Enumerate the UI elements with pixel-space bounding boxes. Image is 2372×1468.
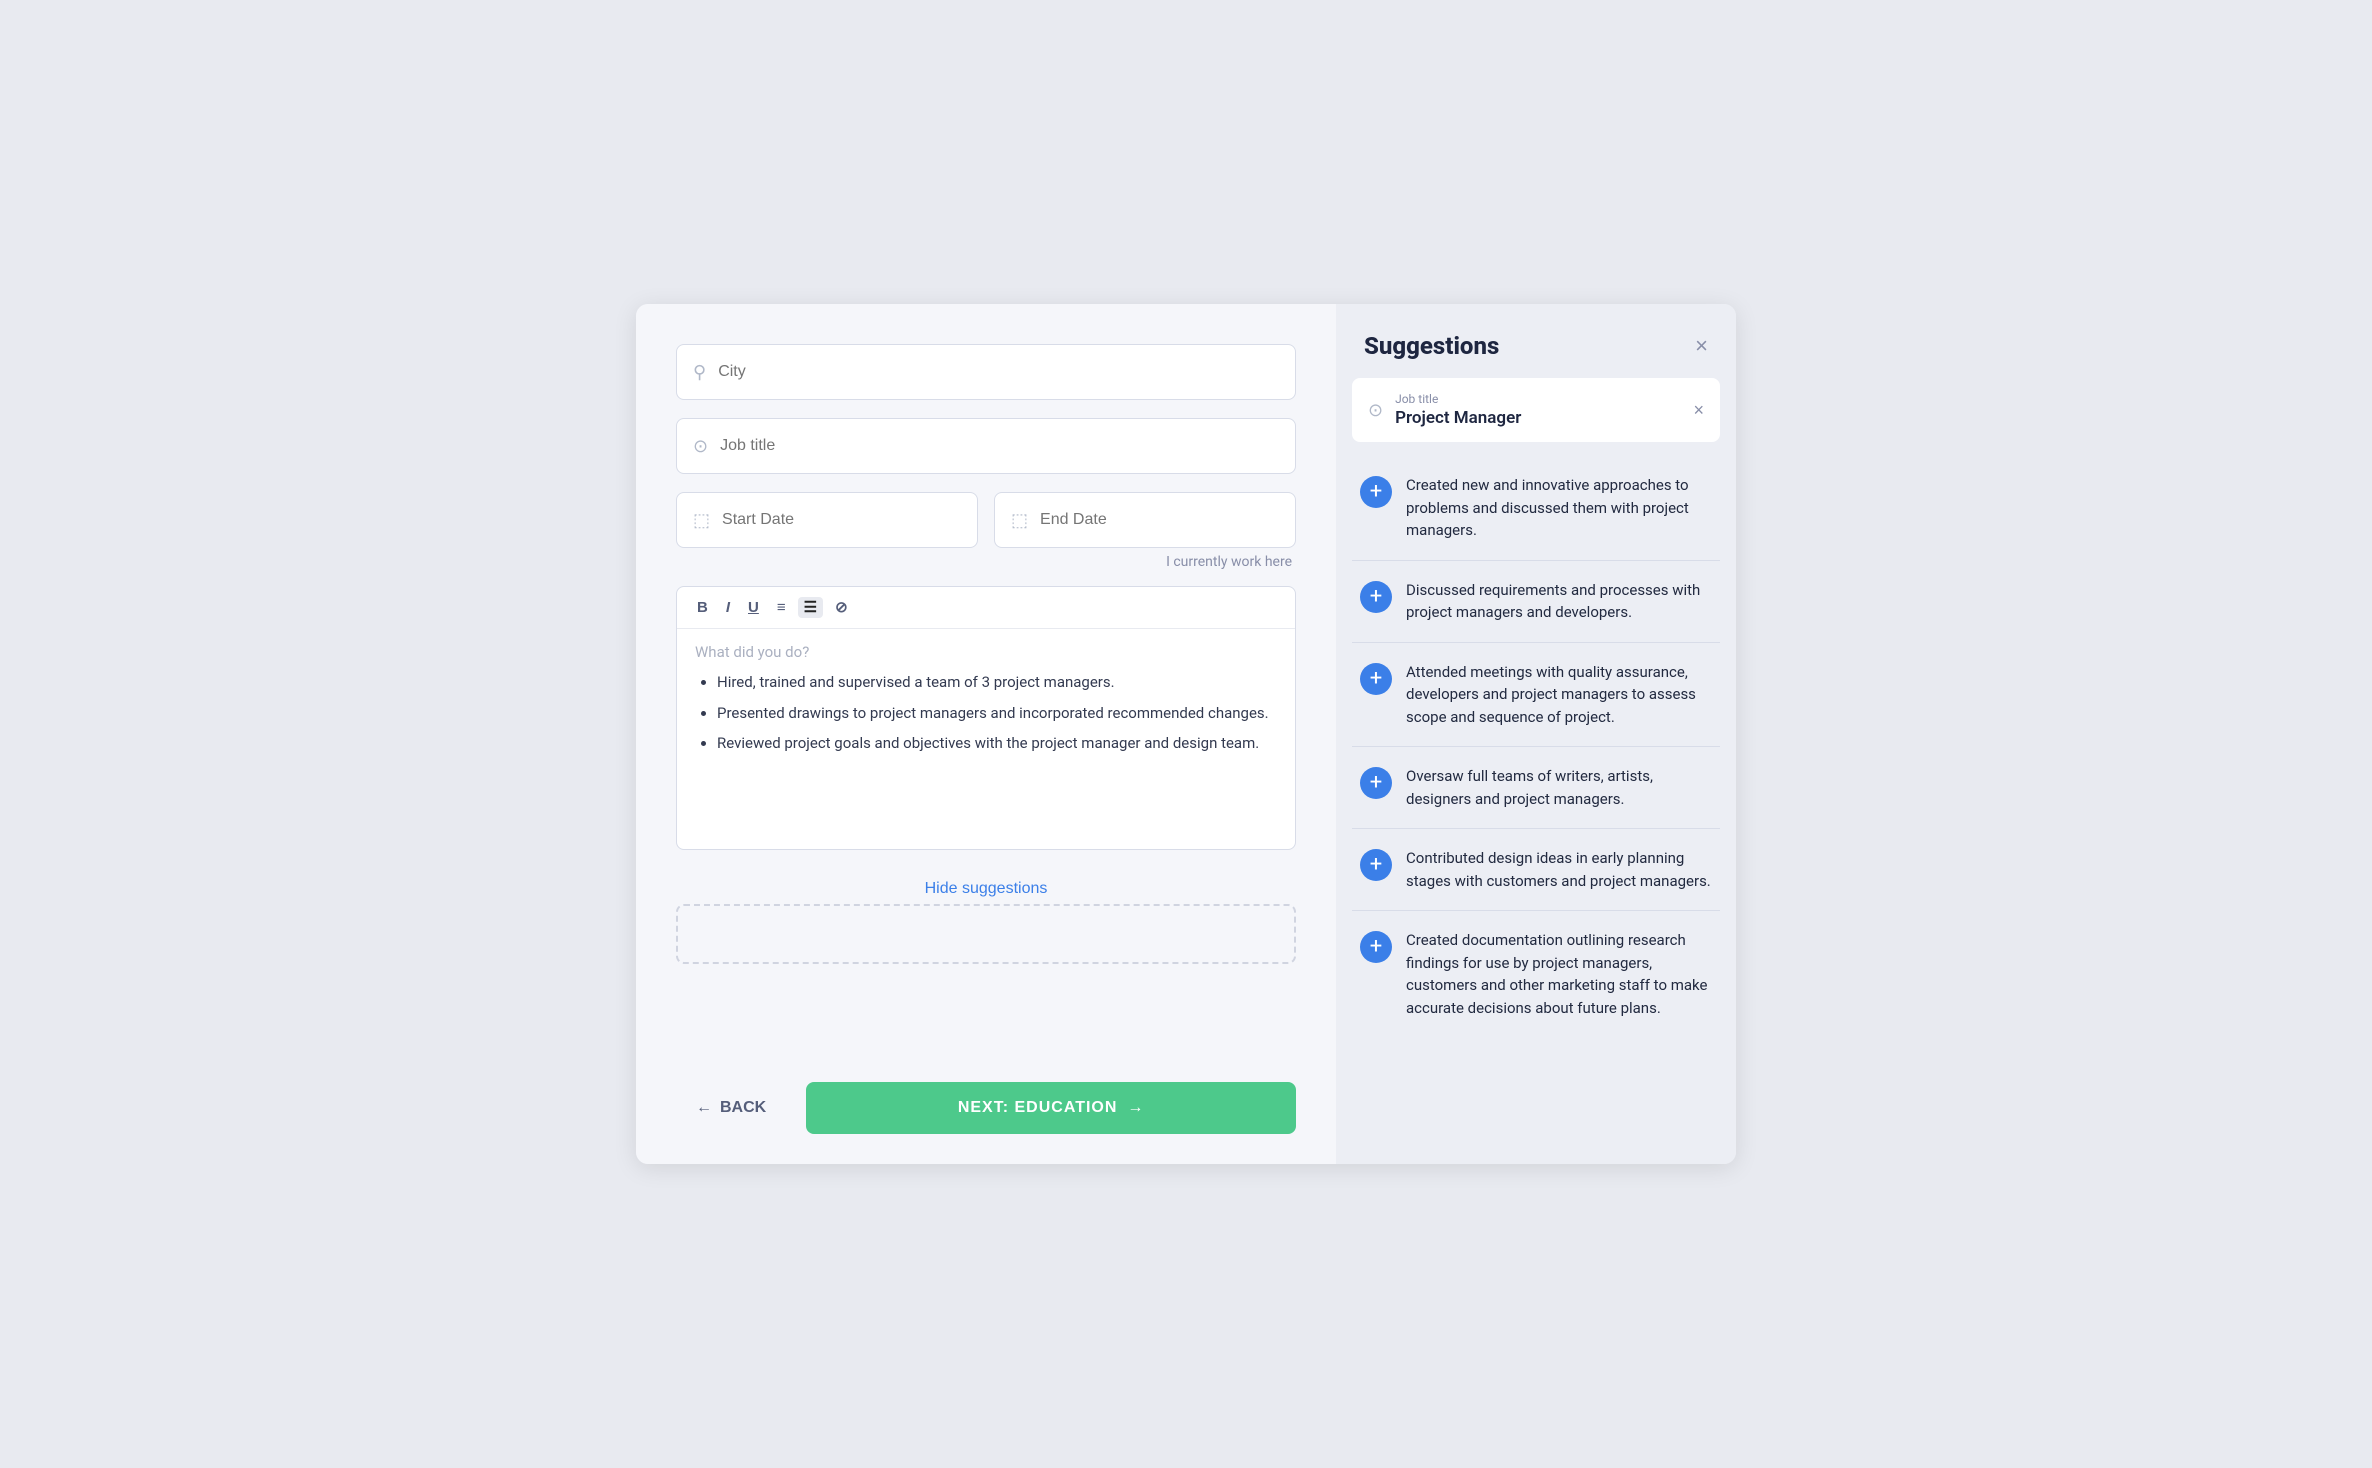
back-button[interactable]: ← BACK bbox=[676, 1082, 786, 1134]
back-arrow-icon: ← bbox=[696, 1099, 712, 1117]
suggestions-title: Suggestions bbox=[1364, 332, 1499, 360]
suggestion-text-6: Created documentation outlining research… bbox=[1406, 929, 1712, 1019]
end-date-input[interactable] bbox=[1040, 511, 1279, 529]
back-label: BACK bbox=[720, 1099, 766, 1117]
city-input[interactable] bbox=[718, 363, 1279, 381]
editor-container: B I U ≡ ☰ ⊘ What did you do? Hired, trai… bbox=[676, 586, 1296, 850]
add-icon-3: + bbox=[1360, 663, 1392, 695]
add-icon-2: + bbox=[1360, 581, 1392, 613]
job-title-suggestion-box: ⊙ Job title Project Manager × bbox=[1352, 378, 1720, 442]
add-icon-5: + bbox=[1360, 849, 1392, 881]
hide-suggestions-button[interactable]: Hide suggestions bbox=[676, 870, 1296, 904]
dashed-placeholder-box bbox=[676, 904, 1296, 964]
calendar-icon: ⬚ bbox=[693, 510, 710, 531]
bullet-item-1: Hired, trained and supervised a team of … bbox=[717, 671, 1277, 694]
suggestion-item-2[interactable]: + Discussed requirements and processes w… bbox=[1352, 561, 1720, 643]
suggestion-item-1[interactable]: + Created new and innovative approaches … bbox=[1352, 456, 1720, 561]
job-title-box-value: Project Manager bbox=[1395, 408, 1681, 428]
next-button[interactable]: NEXT: EDUCATION → bbox=[806, 1082, 1296, 1134]
suggestions-close-button[interactable]: × bbox=[1695, 335, 1708, 357]
underline-button[interactable]: U bbox=[742, 597, 765, 618]
bold-button[interactable]: B bbox=[691, 597, 714, 618]
suggestion-item-3[interactable]: + Attended meetings with quality assuran… bbox=[1352, 643, 1720, 748]
bullet-item-3: Reviewed project goals and objectives wi… bbox=[717, 732, 1277, 755]
left-panel: ⚲ ⊙ ⬚ ⬚ I currently work here bbox=[636, 304, 1336, 1164]
currently-work-label: I currently work here bbox=[676, 554, 1296, 570]
suggestion-text-3: Attended meetings with quality assurance… bbox=[1406, 661, 1712, 729]
next-label: NEXT: EDUCATION bbox=[958, 1099, 1118, 1117]
align-button[interactable]: ≡ bbox=[771, 597, 792, 618]
job-title-input-wrapper[interactable]: ⊙ bbox=[676, 418, 1296, 474]
date-row: ⬚ ⬚ bbox=[676, 492, 1296, 548]
suggestion-text-1: Created new and innovative approaches to… bbox=[1406, 474, 1712, 542]
suggestion-text-2: Discussed requirements and processes wit… bbox=[1406, 579, 1712, 624]
add-icon-6: + bbox=[1360, 931, 1392, 963]
suggestion-item-6[interactable]: + Created documentation outlining resear… bbox=[1352, 911, 1720, 1037]
italic-button[interactable]: I bbox=[720, 597, 736, 618]
clear-format-button[interactable]: ⊘ bbox=[829, 597, 854, 618]
bottom-nav: ← BACK NEXT: EDUCATION → bbox=[676, 1072, 1296, 1134]
bullet-item-2: Presented drawings to project managers a… bbox=[717, 702, 1277, 725]
job-title-field-group: ⊙ bbox=[676, 418, 1296, 474]
location-icon: ⚲ bbox=[693, 362, 706, 383]
add-icon-1: + bbox=[1360, 476, 1392, 508]
suggestions-list: + Created new and innovative approaches … bbox=[1336, 456, 1736, 1164]
suggestion-item-4[interactable]: + Oversaw full teams of writers, artists… bbox=[1352, 747, 1720, 829]
add-icon-4: + bbox=[1360, 767, 1392, 799]
suggestions-header: Suggestions × bbox=[1336, 304, 1736, 378]
suggestion-item-5[interactable]: + Contributed design ideas in early plan… bbox=[1352, 829, 1720, 911]
start-date-input-wrapper[interactable]: ⬚ bbox=[676, 492, 978, 548]
job-title-person-icon: ⊙ bbox=[1368, 400, 1383, 421]
list-button[interactable]: ☰ bbox=[798, 597, 823, 618]
job-title-input[interactable] bbox=[720, 437, 1279, 455]
suggestion-text-4: Oversaw full teams of writers, artists, … bbox=[1406, 765, 1712, 810]
editor-toolbar: B I U ≡ ☰ ⊘ bbox=[677, 587, 1295, 629]
suggestion-text-5: Contributed design ideas in early planni… bbox=[1406, 847, 1712, 892]
city-field-group: ⚲ bbox=[676, 344, 1296, 400]
main-container: ⚲ ⊙ ⬚ ⬚ I currently work here bbox=[636, 304, 1736, 1164]
job-title-content: Job title Project Manager bbox=[1395, 392, 1681, 428]
next-arrow-icon: → bbox=[1127, 1099, 1144, 1117]
calendar-end-icon: ⬚ bbox=[1011, 510, 1028, 531]
job-title-clear-button[interactable]: × bbox=[1693, 400, 1704, 421]
bullet-list: Hired, trained and supervised a team of … bbox=[695, 671, 1277, 755]
start-date-input[interactable] bbox=[722, 511, 961, 529]
editor-placeholder: What did you do? bbox=[695, 643, 1277, 661]
right-panel: Suggestions × ⊙ Job title Project Manage… bbox=[1336, 304, 1736, 1164]
job-title-box-label: Job title bbox=[1395, 392, 1681, 406]
editor-content[interactable]: What did you do? Hired, trained and supe… bbox=[677, 629, 1295, 849]
person-icon: ⊙ bbox=[693, 436, 708, 457]
end-date-input-wrapper[interactable]: ⬚ bbox=[994, 492, 1296, 548]
city-input-wrapper[interactable]: ⚲ bbox=[676, 344, 1296, 400]
